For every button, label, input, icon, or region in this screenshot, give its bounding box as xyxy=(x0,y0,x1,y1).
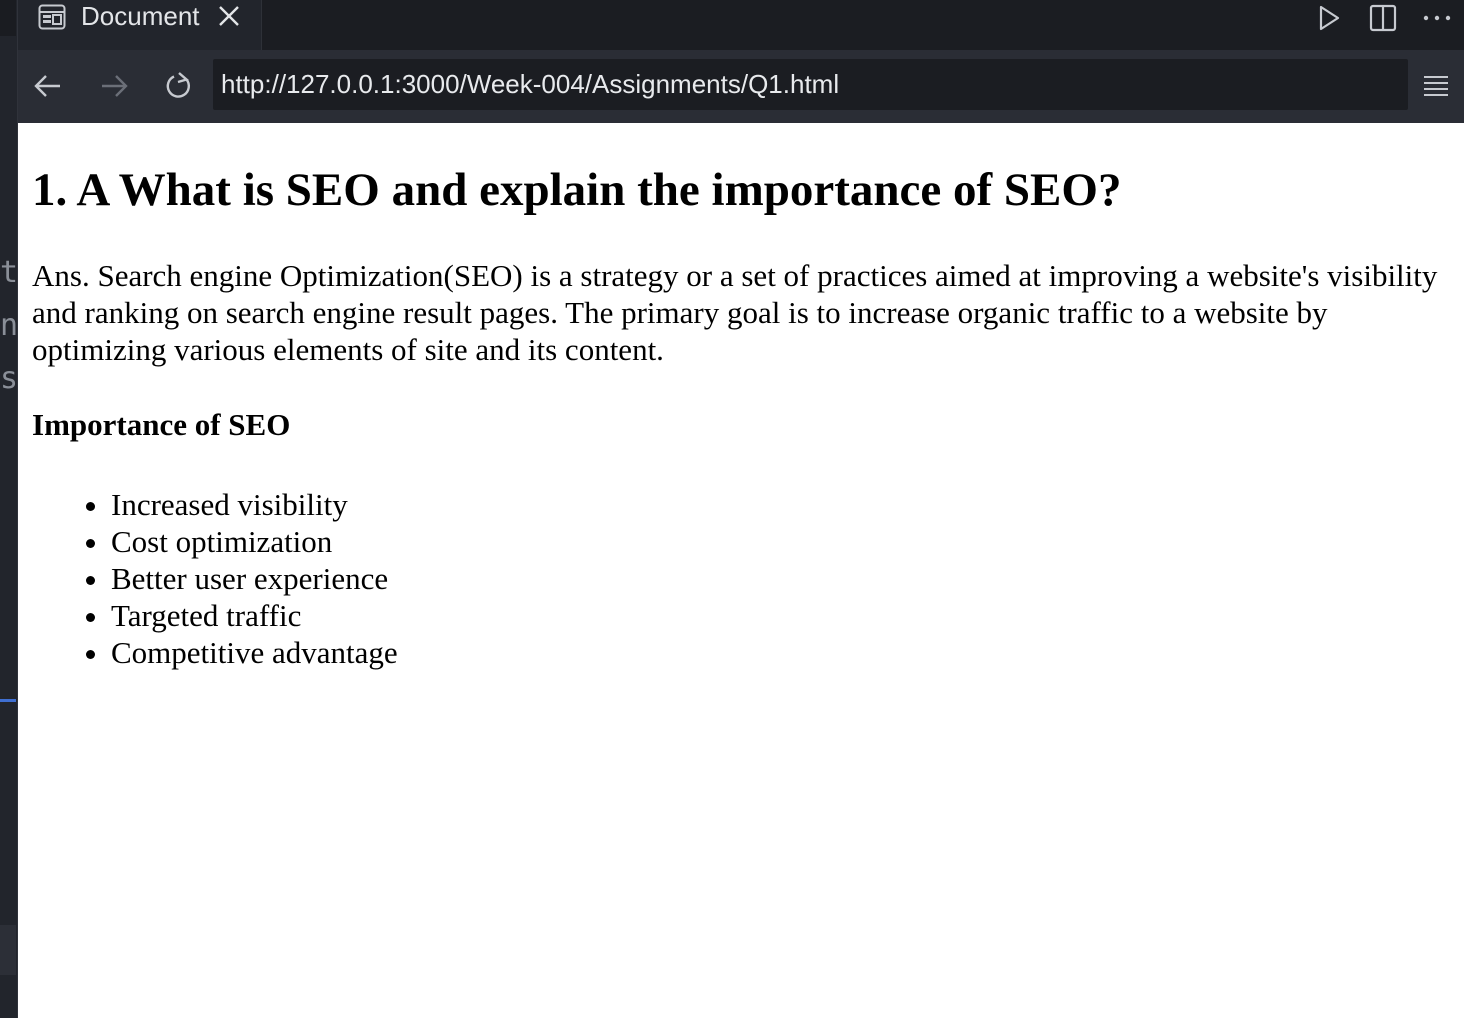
more-actions-icon[interactable] xyxy=(1410,0,1464,36)
split-editor-icon[interactable] xyxy=(1356,0,1410,36)
tab-document[interactable]: Document xyxy=(18,0,262,50)
play-icon[interactable] xyxy=(1302,0,1356,36)
editor-strip-block xyxy=(0,925,16,975)
browser-preview-icon xyxy=(38,4,66,30)
list-item: Better user experience xyxy=(111,560,1450,597)
reload-icon[interactable] xyxy=(159,66,199,106)
editor-actions xyxy=(1302,0,1464,36)
hamburger-menu-icon[interactable] xyxy=(1416,66,1456,106)
tab-bar: Document xyxy=(18,0,1464,50)
list-item: Cost optimization xyxy=(111,523,1450,560)
editor-char: s xyxy=(0,361,18,396)
close-icon[interactable] xyxy=(216,3,242,29)
url-input[interactable]: http://127.0.0.1:3000/Week-004/Assignmen… xyxy=(213,59,1408,110)
page-heading: 1. A What is SEO and explain the importa… xyxy=(32,164,1122,216)
editor-gutter-strip: t n s xyxy=(0,0,18,1018)
editor-active-line-indicator xyxy=(0,699,16,702)
editor-char: t xyxy=(0,255,18,290)
importance-subheading: Importance of SEO xyxy=(32,407,291,442)
page-viewport: 1. A What is SEO and explain the importa… xyxy=(18,123,1464,1018)
answer-paragraph: Ans. Search engine Optimization(SEO) is … xyxy=(32,258,1438,367)
arrow-left-icon[interactable] xyxy=(28,66,68,106)
editor-strip-top xyxy=(0,0,16,36)
arrow-right-icon[interactable] xyxy=(94,66,134,106)
editor-char: n xyxy=(0,308,18,343)
address-toolbar: http://127.0.0.1:3000/Week-004/Assignmen… xyxy=(18,50,1464,123)
importance-list: Increased visibility Cost optimization B… xyxy=(32,486,1450,671)
tab-title: Document xyxy=(81,1,200,31)
list-item: Competitive advantage xyxy=(111,634,1450,671)
list-item: Targeted traffic xyxy=(111,597,1450,634)
list-item: Increased visibility xyxy=(111,486,1450,523)
